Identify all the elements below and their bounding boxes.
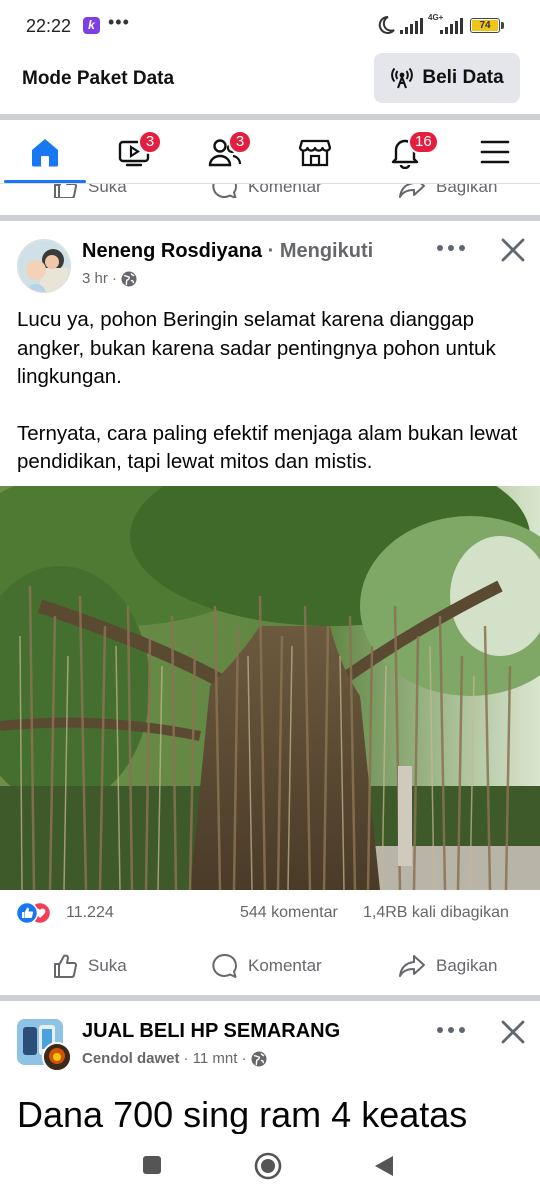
author-name[interactable]: Neneng Rosdiyana [82,240,262,262]
share-icon [399,184,425,198]
data-mode-banner: Mode Paket Data Beli Data [0,52,540,112]
notifications-badge: 16 [408,130,439,154]
friends-badge: 3 [228,130,252,154]
home-button-icon[interactable] [254,1152,282,1180]
status-bar: 22:22 k ••• 4G+ 74 [0,0,540,52]
like-love-reaction-icons [16,902,52,924]
close-icon [501,238,525,262]
system-nav-bar [0,1134,540,1200]
more-icon [437,1027,465,1033]
globe-icon [251,1051,267,1066]
shares-count[interactable]: 1,4RB kali dibagikan [363,904,509,922]
more-icon [437,245,465,251]
divider [0,215,540,221]
buy-data-button[interactable]: Beli Data [374,53,520,103]
do-not-disturb-icon [378,15,395,34]
tab-home[interactable] [0,122,90,183]
post2-author[interactable]: Cendol dawet [82,1050,180,1067]
divider [0,995,540,1001]
prev-comment-label: Komentar [248,184,322,196]
post-photo[interactable] [0,486,540,890]
post-meta: 3 hr · [82,270,137,287]
group-name[interactable]: JUAL BELI HP SEMARANG [82,1020,340,1043]
author-avatar[interactable] [17,239,71,293]
menu-icon [480,140,510,164]
tab-marketplace[interactable] [270,122,360,182]
active-tab-indicator [4,180,86,183]
signal-icon-2 [440,18,463,34]
post-header: Neneng Rosdiyana · Mengikuti 3 hr · [0,222,540,302]
like-icon [54,954,78,978]
battery-tip [501,22,504,29]
more-notifications-icon: ••• [108,12,130,32]
battery-level: 74 [472,20,498,31]
divider [0,114,540,120]
marketplace-icon [298,139,332,167]
post2-text: Dana 700 sing ram 4 keatas [17,1094,468,1135]
comments-count[interactable]: 544 komentar [240,904,338,922]
comment-icon [212,953,237,978]
post2-meta: Cendol dawet · 11 mnt · [82,1050,267,1067]
buy-data-label: Beli Data [422,67,504,88]
post-actions: Suka Komentar Bagikan [0,946,540,986]
reactions-count: 11.224 [66,904,114,921]
avatar-photo [18,240,70,292]
prev-like-label: Suka [88,184,127,196]
share-icon [399,955,425,977]
like-button[interactable]: Suka [52,946,127,986]
post2-time[interactable]: · 11 mnt · [184,1050,247,1067]
prev-share-button[interactable]: Bagikan [398,184,497,198]
post2-header: JUAL BELI HP SEMARANG Cendol dawet · 11 … [0,1004,540,1084]
home-icon [32,139,58,167]
hide-post2-button[interactable] [500,1019,526,1045]
close-icon [501,1020,525,1044]
comment-label: Komentar [248,956,322,975]
previous-post-actions: Suka Komentar Bagikan [0,184,540,198]
video-badge: 3 [138,130,162,154]
like-label: Suka [88,956,127,975]
author-line: Neneng Rosdiyana · Mengikuti [82,240,373,263]
globe-icon [121,271,137,286]
post-time[interactable]: 3 hr · [82,270,117,287]
member-avatar[interactable] [42,1042,72,1072]
share-label: Bagikan [436,956,498,975]
tab-menu[interactable] [450,122,540,182]
top-nav: 3 3 16 [0,122,540,184]
member-photo [44,1044,70,1070]
follow-status: · Mengikuti [267,240,374,262]
back-icon[interactable] [373,1154,395,1178]
reactions-summary[interactable]: 11.224 544 komentar 1,4RB kali dibagikan [0,898,540,930]
comment-button[interactable]: Komentar [212,946,322,986]
like-icon [54,184,78,198]
status-time: 22:22 [26,16,72,36]
broadcast-icon [391,67,414,89]
prev-like-button[interactable]: Suka [52,184,127,198]
post-paragraph: Lucu ya, pohon Beringin selamat karena d… [17,308,496,388]
post2-options-button[interactable] [436,1020,470,1042]
app-notification-icon: k [83,17,100,34]
tab-video[interactable]: 3 [90,122,180,182]
prev-share-label: Bagikan [436,184,498,196]
share-button[interactable]: Bagikan [398,946,497,986]
hide-post-button[interactable] [500,237,526,263]
battery-icon: 74 [470,18,500,33]
comment-icon [212,184,237,198]
post-paragraph: Ternyata, cara paling efektif menjaga al… [17,421,518,474]
tab-notifications[interactable]: 16 [360,122,450,182]
prev-comment-button[interactable]: Komentar [212,184,322,198]
banyan-tree-photo [0,486,540,890]
post-options-button[interactable] [436,238,470,260]
tab-friends[interactable]: 3 [180,122,270,182]
recents-icon[interactable] [141,1154,163,1176]
post-text: Lucu ya, pohon Beringin selamat karena d… [17,306,527,505]
data-mode-title: Mode Paket Data [22,68,175,89]
signal-icon [400,18,423,34]
